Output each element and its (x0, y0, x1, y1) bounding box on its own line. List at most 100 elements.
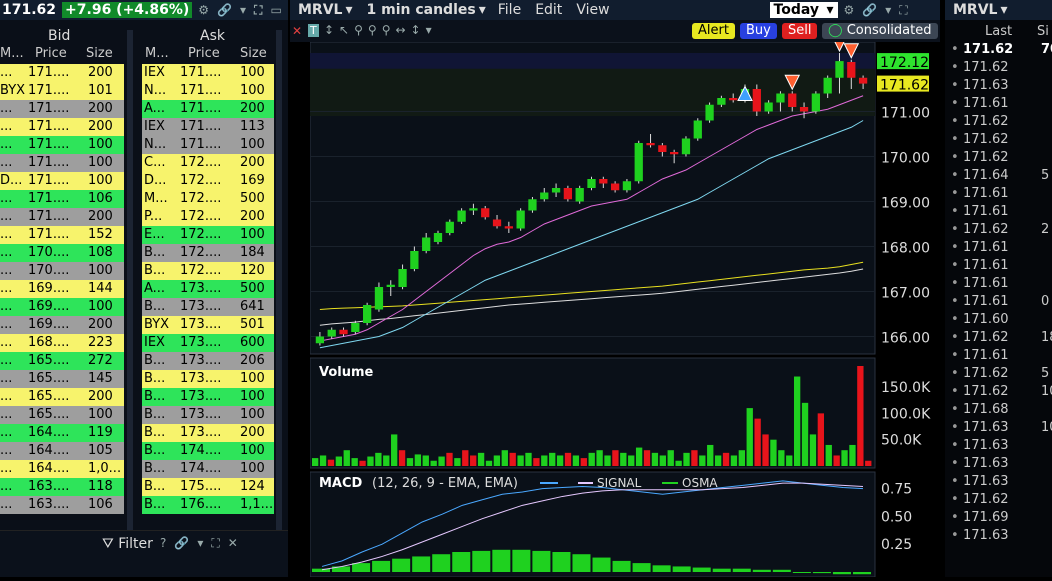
link-icon[interactable]: 🔗 (174, 536, 189, 551)
book-scrollbar-left[interactable] (127, 30, 133, 530)
filter-button[interactable]: ⛛ Filter (102, 536, 153, 552)
ask-col-mm[interactable]: M... (145, 46, 169, 61)
link-icon[interactable]: 🔗 (217, 3, 232, 18)
bid-row[interactable]: ... 169.... 100 (0, 298, 124, 316)
bid-row[interactable]: ... 168.... 223 (0, 334, 124, 352)
bid-p: 171.... (28, 83, 70, 98)
sell-button[interactable]: Sell (782, 23, 818, 39)
ask-row[interactable]: N... 171.... 100 (142, 82, 274, 100)
chevron-down-icon[interactable]: ▾ (345, 2, 352, 18)
bid-col-price[interactable]: Price (35, 46, 67, 61)
ask-row[interactable]: M... 172.... 500 (142, 190, 274, 208)
maximize-icon[interactable]: ⛶ (211, 536, 219, 551)
ask-row[interactable]: IEX 171.... 100 (142, 64, 274, 82)
ask-row[interactable]: B... 175.... 124 (142, 478, 274, 496)
bid-s: 108 (88, 245, 113, 260)
ask-row[interactable]: B... 173.... 100 (142, 406, 274, 424)
bid-row[interactable]: ... 165.... 100 (0, 406, 124, 424)
bid-row[interactable]: D... 171.... 100 (0, 172, 124, 190)
ask-row[interactable]: B... 174.... 100 (142, 442, 274, 460)
book-scrollbar-right[interactable] (276, 30, 282, 530)
ask-row[interactable]: P... 172.... 200 (142, 208, 274, 226)
symbol-selector[interactable]: MRVL (298, 2, 342, 18)
bid-col-size[interactable]: Size (86, 46, 113, 61)
bid-row[interactable]: ... 171.... 200 (0, 208, 124, 226)
ask-row[interactable]: A... 173.... 500 (142, 280, 274, 298)
volume-bar (359, 460, 366, 466)
bid-row[interactable]: ... 171.... 106 (0, 190, 124, 208)
col-size[interactable]: Si (1037, 24, 1049, 39)
bid-row[interactable]: ... 170.... 100 (0, 262, 124, 280)
ask-m: B... (144, 425, 166, 440)
close-icon[interactable]: ✕ (228, 536, 238, 551)
bid-row[interactable]: ... 171.... 200 (0, 118, 124, 136)
candle-body (516, 210, 525, 229)
bid-row[interactable]: BYX 171.... 101 (0, 82, 124, 100)
ask-row[interactable]: B... 173.... 200 (142, 424, 274, 442)
bid-row[interactable]: ... 165.... 272 (0, 352, 124, 370)
ask-row[interactable]: B... 173.... 100 (142, 388, 274, 406)
bid-row[interactable]: ... 163.... 106 (0, 496, 124, 514)
bid-m: ... (0, 119, 13, 134)
bid-row[interactable]: ... 165.... 200 (0, 388, 124, 406)
ask-row[interactable]: B... 173.... 641 (142, 298, 274, 316)
right-symbol[interactable]: MRVL (953, 2, 997, 18)
menu-edit[interactable]: Edit (535, 2, 562, 18)
menu-view[interactable]: View (576, 2, 609, 18)
bid-row[interactable]: ... 165.... 145 (0, 370, 124, 388)
ask-row[interactable]: B... 174.... 100 (142, 460, 274, 478)
ask-col-size[interactable]: Size (240, 46, 267, 61)
ask-row[interactable]: C... 172.... 200 (142, 154, 274, 172)
bid-row[interactable]: ... 169.... 200 (0, 316, 124, 334)
bid-row[interactable]: ... 171.... 152 (0, 226, 124, 244)
menu-file[interactable]: File (498, 2, 521, 18)
bid-row[interactable]: ... 171.... 200 (0, 100, 124, 118)
alert-button[interactable]: Alert (692, 23, 735, 39)
close-icon[interactable]: ✕ (292, 24, 302, 38)
gear-icon[interactable]: ⚙ (844, 3, 855, 18)
minimize-icon[interactable]: ▭ (270, 3, 281, 18)
buy-button[interactable]: Buy (740, 23, 777, 39)
dropdown-icon[interactable]: ▾ (885, 3, 891, 18)
bid-row[interactable]: ... 171.... 100 (0, 136, 124, 154)
help-icon[interactable]: ? (160, 536, 166, 551)
bid-col-mm[interactable]: M... (0, 46, 24, 61)
ask-row[interactable]: B... 173.... 100 (142, 370, 274, 388)
bid-row[interactable]: ... 169.... 144 (0, 280, 124, 298)
maximize-icon[interactable]: ⛶ (254, 3, 262, 18)
interval-selector[interactable]: 1 min candles (367, 2, 476, 18)
ask-row[interactable]: B... 176.... 1,1... (142, 496, 274, 514)
ask-row[interactable]: A... 171.... 200 (142, 100, 274, 118)
ask-row[interactable]: IEX 173.... 600 (142, 334, 274, 352)
text-tool-icon[interactable]: T (308, 24, 319, 37)
bid-row[interactable]: ... 163.... 118 (0, 478, 124, 496)
col-last[interactable]: Last (985, 24, 1012, 39)
ask-row[interactable]: IEX 171.... 113 (142, 118, 274, 136)
dropdown-icon[interactable]: ▾ (240, 3, 246, 18)
gear-icon[interactable]: ⚙ (198, 3, 209, 18)
ask-row[interactable]: N... 171.... 100 (142, 136, 274, 154)
bid-row[interactable]: ... 164.... 105 (0, 442, 124, 460)
bid-row[interactable]: ... 164.... 1,0... (0, 460, 124, 478)
chart-canvas[interactable]: 171.00 170.00 169.00 168.00 167.00 166.00 172.… (294, 36, 940, 578)
ask-row[interactable]: B... 173.... 206 (142, 352, 274, 370)
bid-row[interactable]: ... 171.... 100 (0, 154, 124, 172)
ask-row[interactable]: E... 172.... 100 (142, 226, 274, 244)
maximize-icon[interactable]: ⛶ (899, 3, 907, 18)
drawing-tools-icon[interactable]: ↕↖⚲⚲⚲↔↕▾ (324, 23, 437, 37)
bid-p: 164.... (28, 461, 70, 476)
ask-row[interactable]: D... 172.... 169 (142, 172, 274, 190)
consolidated-toggle[interactable]: ◯ Consolidated (822, 23, 938, 39)
chevron-down-icon[interactable]: ▾ (479, 2, 486, 18)
period-select[interactable]: Today ▾ (769, 2, 838, 18)
bid-row[interactable]: ... 170.... 108 (0, 244, 124, 262)
bid-row[interactable]: ... 164.... 119 (0, 424, 124, 442)
ask-row[interactable]: BYX 173.... 501 (142, 316, 274, 334)
ask-col-price[interactable]: Price (188, 46, 220, 61)
link-icon[interactable]: 🔗 (862, 3, 877, 18)
ask-row[interactable]: B... 172.... 184 (142, 244, 274, 262)
ask-row[interactable]: B... 172.... 120 (142, 262, 274, 280)
dropdown-icon[interactable]: ▾ (197, 536, 203, 551)
chevron-down-icon[interactable]: ▾ (1000, 2, 1007, 18)
bid-row[interactable]: ... 171.... 200 (0, 64, 124, 82)
